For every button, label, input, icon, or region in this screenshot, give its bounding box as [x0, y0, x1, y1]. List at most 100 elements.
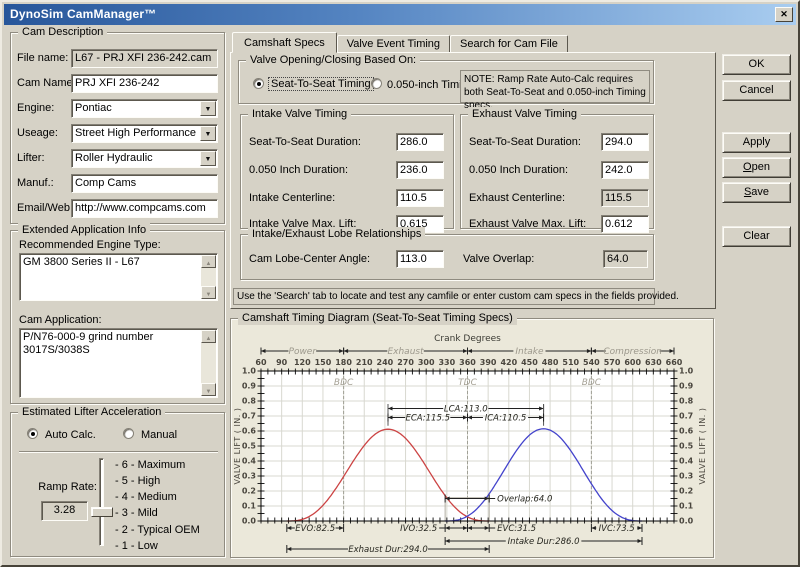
svg-text:0.3: 0.3	[679, 472, 693, 481]
save-button[interactable]: Save	[722, 182, 791, 203]
exhaust-050-duration-field[interactable]: 242.0	[601, 161, 649, 179]
group-title: Valve Opening/Closing Based On:	[246, 53, 421, 67]
scroll-down-button[interactable]: ▼	[201, 383, 216, 396]
auto-calc-radio[interactable]	[27, 428, 38, 439]
exhaust-seat-duration-field[interactable]: 294.0	[601, 133, 649, 151]
svg-text:480: 480	[542, 358, 559, 367]
lifter-acceleration-group: Estimated Lifter Acceleration Auto Calc.…	[10, 405, 225, 557]
svg-text:VALVE LIFT ( IN. ): VALVE LIFT ( IN. )	[698, 407, 707, 484]
ramp-rate-slider-thumb[interactable]	[91, 507, 113, 517]
dropdown-button[interactable]: ▼	[200, 101, 216, 116]
svg-text:0.4: 0.4	[242, 457, 257, 466]
svg-text:Overlap:64.0: Overlap:64.0	[497, 494, 552, 504]
exhaust-max-lift-field[interactable]: 0.612	[601, 215, 649, 233]
usage-select[interactable]: Street High Performance ▼	[71, 124, 218, 143]
close-icon: ✕	[780, 9, 788, 19]
arrow-down-icon: ▼	[205, 389, 212, 395]
tab-camshaft-specs[interactable]: Camshaft Specs	[232, 32, 337, 53]
email-web-input[interactable]: http://www.compcams.com	[71, 199, 218, 218]
inch-timing-radio[interactable]	[371, 78, 382, 89]
svg-text:ICA:110.5: ICA:110.5	[485, 413, 527, 423]
group-title: Intake/Exhaust Lobe Relationships	[248, 227, 426, 241]
ok-button[interactable]: OK	[722, 54, 791, 75]
svg-text:360: 360	[459, 358, 476, 367]
intake-seat-duration-field[interactable]: 286.0	[396, 133, 444, 151]
manufacturer-input[interactable]: Comp Cams	[71, 174, 218, 193]
valve-overlap-label: Valve Overlap:	[463, 253, 535, 265]
file-name-input[interactable]: L67 - PRJ XFI 236-242.cam	[71, 49, 218, 68]
group-title: Exhaust Valve Timing	[468, 107, 581, 121]
tab-valve-event-timing[interactable]: Valve Event Timing	[336, 35, 451, 53]
svg-text:0.9: 0.9	[679, 382, 694, 391]
extended-info-group: Extended Application Info Recommended En…	[10, 223, 225, 404]
slider-level-label: - 5 - High	[115, 475, 161, 487]
svg-text:BDC: BDC	[334, 378, 354, 388]
button-label: OK	[748, 58, 765, 70]
engine-select[interactable]: Pontiac ▼	[71, 99, 218, 118]
ramp-rate-note: NOTE: Ramp Rate Auto-Calc requires both …	[460, 70, 650, 111]
ramp-rate-value: 3.28	[41, 501, 88, 521]
auto-calc-label: Auto Calc.	[45, 429, 96, 441]
cam-application-text: P/N76-000-9 grind number 3017S/3038S	[23, 331, 154, 356]
cam-application-textarea[interactable]: P/N76-000-9 grind number 3017S/3038S ▲ ▼	[19, 328, 218, 398]
field-label: Manuf.:	[17, 177, 54, 189]
tab-strip: Camshaft Specs Valve Event Timing Search…	[232, 32, 568, 53]
cancel-button[interactable]: Cancel	[722, 80, 791, 101]
scrollbar[interactable]: ▲ ▼	[201, 330, 216, 396]
svg-text:0.8: 0.8	[679, 397, 694, 406]
scroll-up-button[interactable]: ▲	[201, 255, 216, 268]
cam-name-input[interactable]: PRJ XFI 236-242	[71, 74, 218, 93]
tab-search-for-cam-file[interactable]: Search for Cam File	[450, 35, 568, 53]
dropdown-button[interactable]: ▼	[200, 126, 216, 141]
slider-level-label: - 4 - Medium	[115, 491, 177, 503]
dropdown-button[interactable]: ▼	[200, 151, 216, 166]
svg-text:540: 540	[583, 358, 600, 367]
svg-text:VALVE LIFT ( IN. ): VALVE LIFT ( IN. )	[233, 407, 242, 484]
field-label: Cam Name:	[17, 77, 76, 89]
dynosim-cammanager-window: DynoSim CamManager™ ✕ Cam Description Fi…	[0, 0, 800, 567]
svg-text:450: 450	[521, 358, 538, 367]
clear-button[interactable]: Clear	[722, 226, 791, 247]
slider-level-label: - 1 - Low	[115, 540, 158, 552]
exhaust-centerline-field: 115.5	[601, 189, 649, 207]
cam-description-group: Cam Description File name: L67 - PRJ XFI…	[10, 25, 225, 224]
intake-050-duration-field[interactable]: 236.0	[396, 161, 444, 179]
svg-text:Compression: Compression	[603, 347, 662, 357]
combo-value: Pontiac	[75, 102, 112, 114]
scrollbar[interactable]: ▲ ▼	[201, 255, 216, 299]
lifter-select[interactable]: Roller Hydraulic ▼	[71, 149, 218, 168]
engine-type-textarea[interactable]: GM 3800 Series II - L67 ▲ ▼	[19, 253, 218, 301]
svg-text:0.2: 0.2	[242, 487, 256, 496]
spec-label: Exhaust Centerline:	[469, 192, 565, 204]
svg-text:BDC: BDC	[582, 378, 602, 388]
scroll-up-button[interactable]: ▲	[201, 330, 216, 343]
svg-text:EVO:82.5: EVO:82.5	[295, 524, 335, 534]
spec-label: Exhaust Valve Max. Lift:	[469, 218, 587, 230]
field-label: File name:	[17, 52, 69, 64]
svg-text:0.7: 0.7	[679, 412, 693, 421]
svg-text:Crank Degrees: Crank Degrees	[434, 334, 501, 344]
radio-dot	[30, 431, 35, 436]
apply-button[interactable]: Apply	[722, 132, 791, 153]
combo-value: Roller Hydraulic	[75, 152, 153, 164]
close-button[interactable]: ✕	[775, 7, 793, 22]
title-bar[interactable]: DynoSim CamManager™ ✕	[4, 4, 796, 25]
svg-text:510: 510	[562, 358, 579, 367]
open-button[interactable]: Open	[722, 157, 791, 178]
svg-text:IVO:32.5: IVO:32.5	[400, 524, 437, 534]
scroll-down-button[interactable]: ▼	[201, 286, 216, 299]
chevron-down-icon: ▼	[204, 131, 212, 138]
exhaust-valve-timing-group: Exhaust Valve Timing Seat-To-Seat Durati…	[460, 107, 654, 233]
svg-text:120: 120	[294, 358, 311, 367]
svg-text:Intake Dur:286.0: Intake Dur:286.0	[508, 537, 580, 547]
lobe-center-angle-field[interactable]: 113.0	[396, 250, 444, 268]
camshaft-timing-diagram-group: Camshaft Timing Diagram (Seat-To-Seat Ti…	[230, 311, 714, 558]
manual-radio[interactable]	[123, 428, 134, 439]
manual-label: Manual	[141, 429, 178, 441]
intake-centerline-field[interactable]: 110.5	[396, 189, 444, 207]
chevron-down-icon: ▼	[204, 106, 212, 113]
svg-text:EVC:31.5: EVC:31.5	[497, 524, 536, 534]
ramp-rate-slider-track[interactable]	[99, 458, 104, 546]
svg-text:IVC:73.5: IVC:73.5	[599, 524, 635, 534]
seat-to-seat-radio[interactable]	[253, 78, 264, 89]
